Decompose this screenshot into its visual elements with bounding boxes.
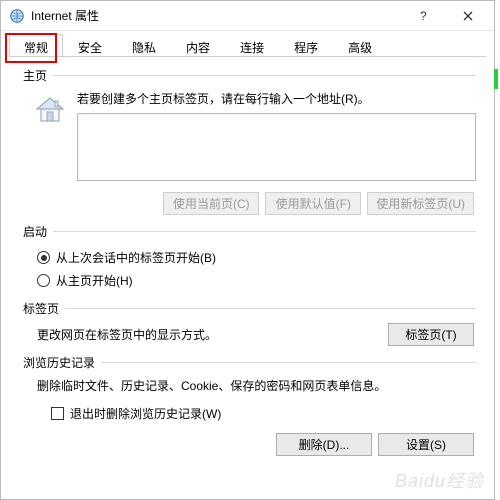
svg-text:?: ? xyxy=(420,10,427,22)
divider xyxy=(53,75,476,76)
tab-general[interactable]: 常规 xyxy=(9,34,63,58)
tab-label: 程序 xyxy=(294,41,318,55)
tabs-settings-button[interactable]: 标签页(T) xyxy=(388,323,474,346)
divider xyxy=(101,362,476,363)
tab-label: 高级 xyxy=(348,41,372,55)
button-label: 使用当前页(C) xyxy=(173,195,250,212)
checkbox-delete-on-exit[interactable]: 退出时删除浏览历史记录(W) xyxy=(37,402,476,425)
button-label: 设置(S) xyxy=(406,436,446,453)
tab-label: 连接 xyxy=(240,41,264,55)
tab-label: 内容 xyxy=(186,41,210,55)
homepage-input[interactable] xyxy=(77,113,476,181)
home-icon xyxy=(33,92,67,126)
close-button[interactable] xyxy=(446,2,490,30)
tab-label: 常规 xyxy=(24,41,48,55)
radio-icon xyxy=(37,251,50,264)
window-title: Internet 属性 xyxy=(31,7,402,24)
internet-options-icon xyxy=(9,8,25,24)
radio-label: 从上次会话中的标签页开始(B) xyxy=(56,249,216,266)
tab-label: 安全 xyxy=(78,41,102,55)
checkbox-label: 退出时删除浏览历史记录(W) xyxy=(70,405,221,422)
tab-content[interactable]: 内容 xyxy=(171,34,225,58)
radio-start-homepage[interactable]: 从主页开始(H) xyxy=(23,269,476,292)
tab-security[interactable]: 安全 xyxy=(63,34,117,58)
tab-advanced[interactable]: 高级 xyxy=(333,34,387,58)
button-label: 使用新标签页(U) xyxy=(376,195,465,212)
delete-history-button[interactable]: 删除(D)... xyxy=(276,433,372,456)
radio-icon xyxy=(37,274,50,287)
history-settings-button[interactable]: 设置(S) xyxy=(378,433,474,456)
radio-label: 从主页开始(H) xyxy=(56,272,133,289)
watermark: Baidu经验 xyxy=(395,467,484,493)
history-description: 删除临时文件、历史记录、Cookie、保存的密码和网页表单信息。 xyxy=(37,377,476,394)
group-tabs: 标签页 更改网页在标签页中的显示方式。 标签页(T) xyxy=(23,300,476,346)
divider xyxy=(53,231,476,232)
checkbox-icon xyxy=(51,407,64,420)
tab-label: 隐私 xyxy=(132,41,156,55)
button-label: 使用默认值(F) xyxy=(276,195,351,212)
group-startup: 启动 从上次会话中的标签页开始(B) 从主页开始(H) xyxy=(23,223,476,292)
titlebar: Internet 属性 ? xyxy=(1,1,494,31)
button-label: 删除(D)... xyxy=(299,436,350,453)
tab-programs[interactable]: 程序 xyxy=(279,34,333,58)
group-label: 浏览历史记录 xyxy=(23,354,99,371)
homepage-description: 若要创建多个主页标签页，请在每行输入一个地址(R)。 xyxy=(77,90,476,107)
group-label: 启动 xyxy=(23,223,51,240)
group-homepage: 主页 若要创建多个主页标签页，请在每行输入一个地址(R)。 xyxy=(23,67,476,215)
group-label: 标签页 xyxy=(23,300,63,317)
tab-strip: 常规 安全 隐私 内容 连接 程序 高级 xyxy=(1,31,494,57)
use-newtab-button: 使用新标签页(U) xyxy=(367,192,474,215)
tab-connections[interactable]: 连接 xyxy=(225,34,279,58)
use-default-button: 使用默认值(F) xyxy=(265,192,361,215)
tabs-description: 更改网页在标签页中的显示方式。 xyxy=(37,326,217,343)
use-current-button: 使用当前页(C) xyxy=(163,192,259,215)
tab-privacy[interactable]: 隐私 xyxy=(117,34,171,58)
group-label: 主页 xyxy=(23,67,51,84)
group-history: 浏览历史记录 删除临时文件、历史记录、Cookie、保存的密码和网页表单信息。 … xyxy=(23,354,476,456)
button-label: 标签页(T) xyxy=(405,326,456,343)
radio-start-last-session[interactable]: 从上次会话中的标签页开始(B) xyxy=(23,246,476,269)
edge-decoration xyxy=(494,69,498,89)
divider xyxy=(65,308,476,309)
help-button[interactable]: ? xyxy=(402,2,446,30)
